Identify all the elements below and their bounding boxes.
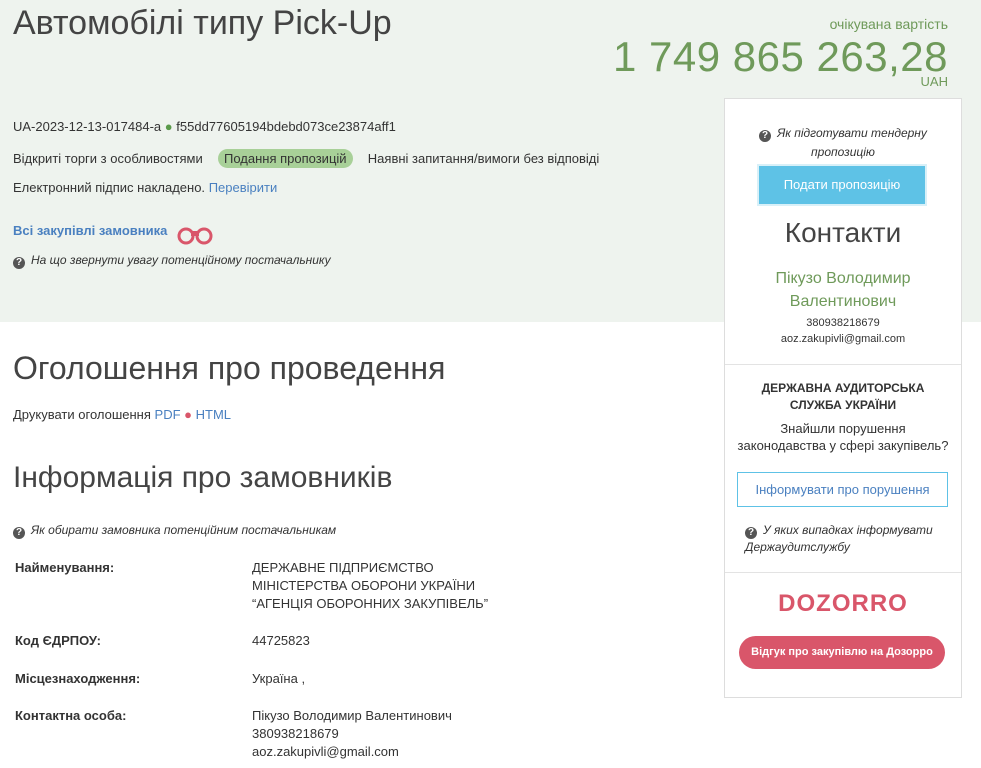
estimated-value: 1 749 865 263,28 bbox=[613, 33, 948, 80]
dozorro-logo: DOZORRO bbox=[778, 590, 908, 617]
dasu-hint-text: У яких випадках інформувати Держаудитслу… bbox=[745, 523, 933, 554]
tender-id: UA-2023-12-13-017484-a bbox=[13, 119, 162, 134]
print-label: Друкувати оголошення bbox=[13, 407, 151, 422]
print-pdf-link[interactable]: PDF bbox=[155, 407, 181, 422]
dasu-title: ДЕРЖАВНА АУДИТОРСЬКА СЛУЖБА УКРАЇНИ bbox=[761, 381, 925, 412]
sidebar-offer-section: ? Як підготувати тендерну пропозицію Пода… bbox=[725, 99, 961, 365]
submit-offer-button[interactable]: Подати пропозицію bbox=[759, 166, 925, 204]
contact-phone: 380938218679 bbox=[806, 317, 880, 329]
question-icon: ? bbox=[745, 527, 757, 539]
dasu-question: Знайшли порушення законодавства у сфері … bbox=[737, 421, 949, 453]
tender-hash: f55dd77605194bdebd073ce23874aff1 bbox=[176, 119, 396, 134]
sidebar-dasu-section: ДЕРЖАВНА АУДИТОРСЬКА СЛУЖБА УКРАЇНИ Знай… bbox=[725, 364, 961, 573]
signature-line: Електронний підпис накладено. Перевірити bbox=[13, 180, 277, 195]
row-value-contact-email[interactable]: aoz.zakupivli@gmail.com bbox=[252, 743, 399, 761]
separator-dot: ● bbox=[184, 407, 193, 422]
row-value-name: ДЕРЖАВНЕ ПІДПРИЄМСТВО МІНІСТЕРСТВА ОБОРО… bbox=[252, 560, 489, 611]
contact-name: Пікузо Володимир Валентинович bbox=[775, 270, 911, 310]
dasu-hint[interactable]: ? У яких випадках інформувати Держаудитсл… bbox=[745, 522, 945, 555]
all-purchases-row: Всі закупівлі замовника bbox=[13, 223, 167, 238]
page-title: Автомобілі типу Pick-Up bbox=[13, 4, 392, 42]
attention-hint-text: На що звернути увагу потенційному постач… bbox=[31, 253, 331, 267]
sidebar-panel: ? Як підготувати тендерну пропозицію Пода… bbox=[724, 98, 962, 698]
verify-signature-link[interactable]: Перевірити bbox=[209, 180, 278, 195]
contact-email: aoz.zakupivli@gmail.com bbox=[780, 333, 906, 345]
customer-choose-hint-text: Як обирати замовника потенційним постача… bbox=[31, 523, 337, 537]
currency: UAH bbox=[920, 74, 948, 89]
prepare-offer-hint-text: Як підготувати тендерну пропозицію bbox=[777, 126, 927, 159]
status-badge: Подання пропозицій bbox=[217, 149, 353, 168]
binoculars-icon[interactable] bbox=[176, 225, 214, 250]
report-violation-button[interactable]: Інформувати про порушення bbox=[737, 472, 948, 507]
attention-hint[interactable]: ? На що звернути увагу потенційному поста… bbox=[13, 253, 331, 269]
sidebar-dozorro-section: DOZORRO Відгук про закупівлю на Дозорро bbox=[725, 572, 961, 697]
question-icon: ? bbox=[13, 527, 25, 539]
customer-choose-hint[interactable]: ? Як обирати замовника потенційним постач… bbox=[13, 523, 336, 539]
row-label-contact: Контактна особа: bbox=[15, 708, 127, 723]
row-label-edrpou: Код ЄДРПОУ: bbox=[15, 633, 101, 648]
print-html-link[interactable]: HTML bbox=[196, 407, 231, 422]
question-icon: ? bbox=[13, 257, 25, 269]
row-label-location: Місцезнаходження: bbox=[15, 671, 141, 686]
tender-id-line: UA-2023-12-13-017484-a ● f55dd77605194bd… bbox=[13, 119, 396, 134]
row-value-contact-name: Пікузо Володимир Валентинович bbox=[252, 708, 452, 723]
prepare-offer-hint[interactable]: ? Як підготувати тендерну пропозицію bbox=[755, 124, 931, 162]
dozorro-feedback-button[interactable]: Відгук про закупівлю на Дозорро bbox=[739, 636, 945, 669]
estimated-value-label: очікувана вартість bbox=[829, 16, 948, 32]
row-value-location: Україна , bbox=[252, 671, 306, 686]
print-announcement-line: Друкувати оголошення PDF ● HTML bbox=[13, 407, 231, 422]
customer-info-title: Інформація про замовників bbox=[13, 461, 393, 494]
questions-status: Наявні запитання/вимоги без відповіді bbox=[367, 151, 600, 166]
row-value-contact-phone: 380938218679 bbox=[252, 726, 339, 741]
separator-dot: ● bbox=[164, 119, 173, 134]
status-line: Відкриті торги з особливостями Подання п… bbox=[13, 149, 600, 168]
contacts-title: Контакти bbox=[784, 217, 902, 248]
all-purchases-link[interactable]: Всі закупівлі замовника bbox=[13, 223, 167, 238]
question-icon: ? bbox=[759, 130, 772, 142]
announcement-title: Оголошення про проведення bbox=[13, 350, 446, 386]
signature-text: Електронний підпис накладено. bbox=[13, 180, 206, 195]
row-value-edrpou: 44725823 bbox=[252, 633, 310, 648]
procedure-type: Відкриті торги з особливостями bbox=[13, 151, 203, 166]
row-label-name: Найменування: bbox=[15, 560, 115, 575]
